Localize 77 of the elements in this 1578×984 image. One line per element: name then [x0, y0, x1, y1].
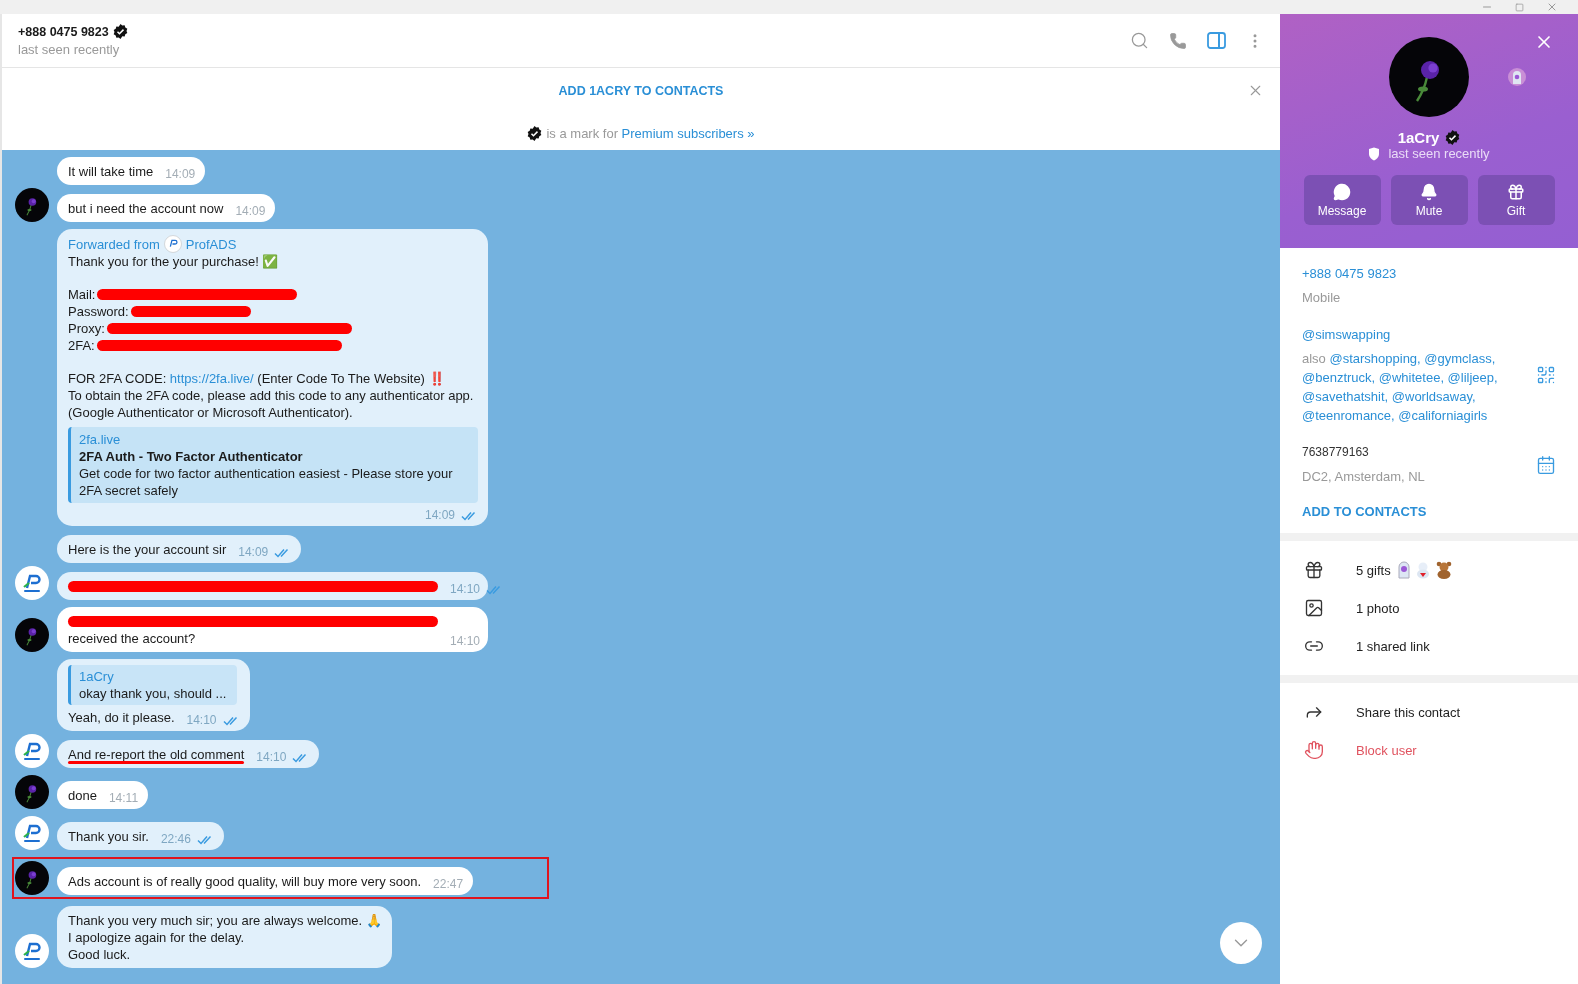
maximize-icon[interactable] [1515, 2, 1524, 12]
dome-gift-icon [1396, 560, 1411, 580]
username[interactable]: @simswapping [1302, 325, 1517, 344]
profile-menu-item[interactable]: 1 photo [1280, 589, 1578, 627]
message-time: 22:46 [160, 831, 191, 848]
channel-logo-icon [163, 235, 182, 253]
message-text: I apologize again for the delay. [68, 929, 246, 946]
qr-code-icon[interactable] [1536, 365, 1556, 385]
phone-icon[interactable] [1169, 31, 1187, 50]
message-time: 14:10 [450, 633, 481, 650]
search-icon[interactable] [1130, 31, 1149, 50]
image-icon [1304, 598, 1324, 618]
premium-link[interactable]: Premium subscribers » [621, 126, 755, 141]
add-to-contacts-button[interactable]: ADD TO CONTACTS [1302, 504, 1556, 519]
reply-quote[interactable]: 1aCry okay thank you, should ... [68, 665, 237, 705]
datacenter-label: DC2, Amsterdam, NL [1302, 468, 1425, 486]
gift-icon [1507, 182, 1525, 201]
message-text: Yeah, do it please. [68, 709, 175, 726]
message-text: received the account? [68, 630, 197, 647]
phone-label: Mobile [1302, 289, 1342, 307]
calendar-icon[interactable] [1536, 454, 1556, 475]
chat-status: last seen recently [18, 42, 121, 57]
field-label: Mail: [68, 286, 96, 303]
message-text: Good luck. [68, 946, 132, 963]
profile-menu-item[interactable]: 1 shared link [1280, 627, 1578, 665]
message-text: It will take time [68, 163, 154, 180]
message-text: To obtain the 2FA code, please add this code to any authenticator app. (Google Authenticator or Microsoft Authenticator). [68, 387, 475, 421]
message-time: 14:09 [238, 544, 269, 561]
message-text: done [68, 787, 97, 804]
message-time: 14:10 [186, 712, 217, 729]
message-time: 14:09 [424, 507, 455, 524]
message-text: FOR 2FA CODE: https://2fa.live/ (Enter Code To The Website) ‼ [68, 370, 446, 387]
premium-note: is a mark for Premium subscribers » [546, 126, 755, 141]
chat-title: +888 0475 9823 [18, 24, 109, 39]
forwarded-label: Forwarded from [68, 235, 160, 253]
message-time: 14:11 [108, 790, 139, 807]
close-icon[interactable] [1546, 1, 1558, 13]
message-link[interactable]: https://2fa.live/ [169, 371, 254, 386]
username-list[interactable]: also @starshopping, @gymclass, @benztruck, @whitetee, @liljeep, @savethatshit, @worldsaway, @teenromance, @californiagirls [1302, 349, 1517, 425]
field-label: 2FA: [68, 337, 95, 354]
profile-name: 1aCry [1397, 129, 1440, 146]
action-button[interactable]: Message [1303, 175, 1381, 225]
verified-icon [527, 126, 543, 141]
gift-icon [1304, 560, 1324, 580]
shield-icon [1368, 146, 1381, 161]
message-text: Thank you sir. [68, 828, 149, 845]
phone-number[interactable]: +888 0475 9823 [1302, 264, 1556, 283]
field-label: Proxy: [68, 320, 105, 337]
profile-status: last seen recently [1388, 146, 1490, 161]
message-text: Here is the your account sir [68, 541, 227, 558]
teddy-bear-icon [1434, 561, 1453, 579]
message-text: And re-report the old comment [68, 747, 245, 762]
link-preview[interactable]: 2fa.live 2FA Auth - Two Factor Authenticator Get code for two factor authentication easiest - Please store your 2FA secret safely [68, 427, 478, 503]
message-text: Thank you for the your purchase! ✅ [68, 253, 280, 270]
message-time: 14:10 [450, 581, 481, 598]
sidebar-toggle-icon[interactable] [1207, 32, 1226, 49]
field-label: Password: [68, 303, 129, 320]
message-text: Ads account is of really good quality, will buy more very soon. [68, 873, 422, 890]
action-button[interactable]: Gift [1477, 175, 1555, 225]
message-time: 14:10 [256, 749, 287, 766]
hand-icon [1304, 740, 1324, 760]
profile-menu-item[interactable]: 5 gifts [1280, 551, 1578, 589]
chat-bubble-icon [1333, 182, 1351, 201]
scroll-down-button[interactable] [1220, 922, 1262, 964]
message-time: 14:09 [165, 166, 196, 183]
action-button[interactable]: Mute [1390, 175, 1468, 225]
message-text: Thank you very much sir; you are always welcome. 🙏 [68, 912, 382, 929]
forwarded-name[interactable]: ProfADS [185, 235, 237, 253]
add-contact-button[interactable]: ADD 1ACRY TO CONTACTS [558, 84, 724, 98]
message-text: but i need the account now [68, 200, 224, 217]
profile-menu-item[interactable]: Block user [1280, 731, 1578, 769]
bell-icon [1420, 182, 1438, 201]
dome-gift-icon [1508, 66, 1526, 88]
user-id: 7638779163 [1302, 444, 1370, 461]
message-time: 14:09 [235, 203, 266, 220]
message-time: 22:47 [433, 876, 464, 893]
profile-menu-item[interactable]: Share this contact [1280, 693, 1578, 731]
